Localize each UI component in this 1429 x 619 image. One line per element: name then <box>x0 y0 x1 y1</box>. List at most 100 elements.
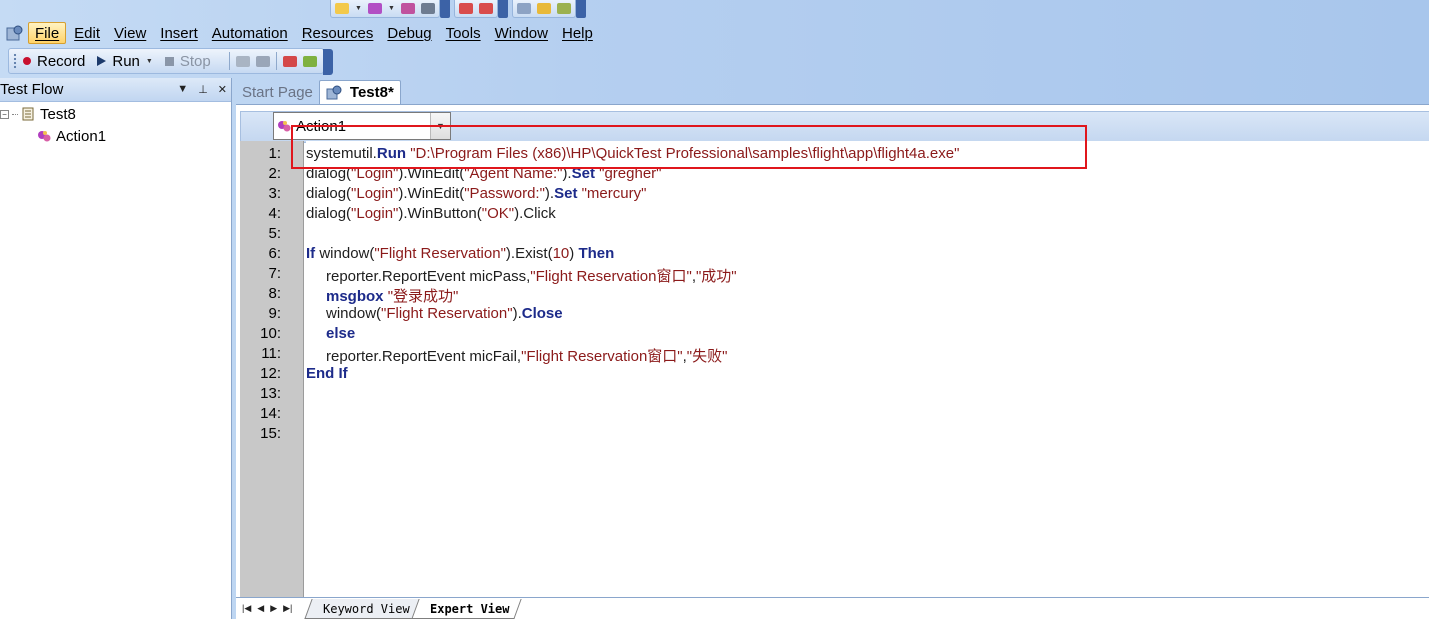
stop-icon <box>164 56 174 66</box>
code-line: dialog("Login").WinEdit("Agent Name:").S… <box>306 165 661 185</box>
menu-resources[interactable]: Resources <box>296 22 380 44</box>
menu-help[interactable]: Help <box>556 22 599 44</box>
step-in-icon[interactable] <box>458 3 473 14</box>
tree-item-test[interactable]: − Test8 <box>0 103 231 125</box>
prev-icon[interactable]: ◀ <box>257 603 264 614</box>
spy-icon[interactable] <box>420 3 435 14</box>
code-text: ).Exist( <box>505 245 553 262</box>
menu-edit[interactable]: Edit <box>68 22 106 44</box>
code-keyword: Then <box>578 245 615 262</box>
menu-window[interactable]: Window <box>489 22 554 44</box>
test-icon <box>20 106 36 122</box>
object-repository-icon[interactable] <box>400 3 415 14</box>
code-area[interactable]: systemutil.Run "D:\Program Files (x86)\H… <box>306 141 1429 600</box>
toolbar-group-1: ▼ ▼ <box>330 0 440 18</box>
close-icon[interactable]: ✕ <box>218 83 227 96</box>
code-string: "OK" <box>481 205 515 222</box>
pointer-icon[interactable] <box>255 55 270 67</box>
view-tabs: |◀ ◀ ▶ ▶| Keyword View Expert View <box>236 597 1429 619</box>
data-table-icon[interactable] <box>516 3 531 14</box>
line-number: 15: <box>260 425 281 442</box>
run-button[interactable]: Run ▼ <box>97 53 153 70</box>
line-number: 5: <box>268 225 281 242</box>
action-icon <box>276 118 292 134</box>
line-number: 12: <box>260 365 281 382</box>
tab-keyword-view[interactable]: Keyword View <box>304 598 423 619</box>
code-text: dialog( <box>306 165 352 182</box>
tab-test[interactable]: Test8* <box>318 80 401 104</box>
new-icon[interactable] <box>335 3 349 14</box>
code-string: "Login" <box>351 165 399 182</box>
chevron-down-icon[interactable]: ▼ <box>177 83 188 96</box>
menu-insert[interactable]: Insert <box>154 22 204 44</box>
code-keyword: Run <box>376 145 407 162</box>
toolbar-grip[interactable] <box>497 0 508 18</box>
chevron-down-icon[interactable]: ▼ <box>355 5 362 12</box>
output-icon[interactable] <box>302 55 317 67</box>
results-icon[interactable] <box>536 3 551 14</box>
code-text: systemutil. <box>306 145 377 162</box>
code-line: msgbox "登录成功" <box>326 285 458 305</box>
chevron-down-icon[interactable]: ▼ <box>388 5 395 12</box>
line-number: 11: <box>261 345 281 362</box>
menu-debug[interactable]: Debug <box>381 22 437 44</box>
code-string: "gregher" <box>599 165 662 182</box>
checkpoint-icon[interactable] <box>282 55 297 67</box>
code-string: "Login" <box>351 205 399 222</box>
code-text: ). <box>512 305 522 322</box>
collapse-icon[interactable]: − <box>0 109 9 119</box>
code-line: End If <box>306 365 348 385</box>
menu-file[interactable]: File <box>28 22 67 44</box>
code-string: "Flight Reservation窗口" <box>530 268 692 285</box>
menu-tools[interactable]: Tools <box>440 22 487 44</box>
menu-view[interactable]: View <box>108 22 152 44</box>
options-icon[interactable] <box>556 3 571 14</box>
code-text: window( <box>315 245 375 262</box>
object-icon[interactable] <box>367 3 382 14</box>
tab-expert-view[interactable]: Expert View <box>411 598 522 619</box>
play-icon <box>97 56 107 66</box>
code-keyword: else <box>326 325 356 342</box>
hand-icon[interactable] <box>235 55 250 67</box>
chevron-down-icon[interactable]: ▼ <box>146 58 153 65</box>
toolbar-grip[interactable] <box>439 0 450 18</box>
step-out-icon[interactable] <box>478 3 493 14</box>
code-string: "Flight Reservation" <box>374 245 506 262</box>
code-keyword: If <box>306 245 316 262</box>
tree-action-label: Action1 <box>56 127 107 145</box>
code-keyword: Set <box>571 165 595 182</box>
tree-connector <box>12 113 18 115</box>
stop-button[interactable]: Stop <box>164 53 211 70</box>
code-string: "成功" <box>695 268 737 285</box>
chevron-down-icon[interactable]: ▼ <box>430 113 450 139</box>
next-icon[interactable]: ▶ <box>270 603 277 614</box>
code-line: else <box>326 325 355 345</box>
menu-automation[interactable]: Automation <box>206 22 294 44</box>
action-selector[interactable]: Action1 ▼ <box>273 112 451 140</box>
tree-item-action[interactable]: Action1 <box>0 125 231 147</box>
pin-icon[interactable]: ⊥ <box>198 83 208 96</box>
toolbar-grip[interactable] <box>322 49 333 75</box>
code-text: reporter.ReportEvent micFail, <box>326 348 522 365</box>
top-toolbar: ▼ ▼ <box>330 0 590 18</box>
tab-start-page[interactable]: Start Page <box>236 80 319 104</box>
code-string: "登录成功" <box>387 288 459 305</box>
record-button[interactable]: Record <box>23 53 85 70</box>
code-text: dialog( <box>306 205 352 222</box>
app-icon[interactable] <box>4 22 26 44</box>
line-number: 10: <box>260 325 281 342</box>
code-line: systemutil.Run "D:\Program Files (x86)\H… <box>306 145 959 165</box>
toolbar-grip[interactable] <box>13 53 17 69</box>
test-flow-pane: Test Flow ▼ ⊥ ✕ − Test8 Action1 <box>0 78 232 619</box>
last-icon[interactable]: ▶| <box>283 603 292 614</box>
code-text: ). <box>544 185 555 202</box>
code-string: "D:\Program Files (x86)\HP\QuickTest Pro… <box>410 145 960 162</box>
action-icon <box>36 128 52 144</box>
first-icon[interactable]: |◀ <box>242 603 251 614</box>
menu-bar: File Edit View Insert Automation Resourc… <box>0 20 599 46</box>
code-line: If window("Flight Reservation").Exist(10… <box>306 245 614 265</box>
line-number: 2: <box>268 165 281 182</box>
toolbar-grip[interactable] <box>575 0 586 18</box>
tree-test-label: Test8 <box>40 105 76 123</box>
code-line: dialog("Login").WinButton("OK").Click <box>306 205 556 225</box>
